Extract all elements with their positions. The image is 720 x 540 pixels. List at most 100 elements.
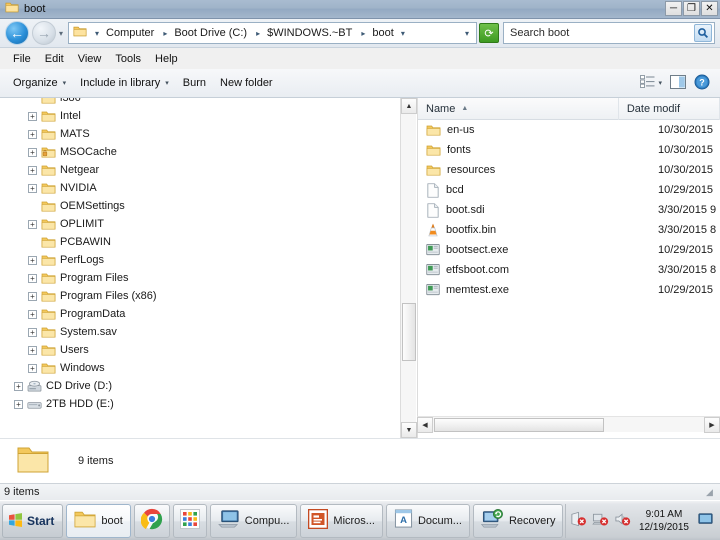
breadcrumb-sep[interactable]: ▸ bbox=[256, 29, 260, 38]
expand-toggle-icon[interactable]: + bbox=[28, 165, 37, 175]
breadcrumb-2[interactable]: ▸ $WINDOWS.~BT bbox=[250, 26, 355, 40]
search-input[interactable]: Search boot bbox=[506, 27, 694, 39]
menu-file[interactable]: File bbox=[6, 51, 38, 67]
taskbar-item-microsoft-powerpoint[interactable]: Micros... bbox=[300, 503, 383, 538]
column-header-date-modified[interactable]: Date modif bbox=[619, 98, 720, 120]
table-row[interactable]: en-us 10/30/2015 bbox=[418, 120, 720, 140]
menu-help[interactable]: Help bbox=[148, 51, 185, 67]
expand-toggle-icon[interactable]: + bbox=[28, 291, 37, 301]
forward-button[interactable]: → bbox=[32, 21, 56, 45]
scroll-down-button[interactable]: ▼ bbox=[401, 422, 417, 438]
tree-item-users[interactable]: + Users bbox=[0, 341, 396, 359]
menu-view[interactable]: View bbox=[71, 51, 109, 67]
scrollbar-thumb[interactable] bbox=[402, 303, 416, 361]
expand-toggle-icon[interactable]: + bbox=[14, 399, 23, 409]
column-header-name[interactable]: Name ▲ bbox=[418, 98, 619, 120]
table-row[interactable]: bootfix.bin 3/30/2015 8 bbox=[418, 220, 720, 240]
scroll-right-button[interactable]: ▶ bbox=[704, 417, 720, 433]
search-box[interactable]: Search boot bbox=[503, 22, 715, 44]
expand-toggle-icon[interactable]: + bbox=[28, 183, 37, 193]
preview-pane-button[interactable] bbox=[666, 73, 690, 94]
expand-toggle-icon[interactable]: + bbox=[28, 111, 37, 121]
breadcrumb-label[interactable]: boot bbox=[370, 26, 395, 40]
expand-toggle-icon[interactable]: + bbox=[28, 255, 37, 265]
table-row[interactable]: memtest.exe 10/29/2015 bbox=[418, 280, 720, 300]
address-history-dropdown-icon[interactable]: ▾ bbox=[460, 29, 474, 38]
table-row[interactable]: resources 10/30/2015 bbox=[418, 160, 720, 180]
tree-item-2tb-hdd-e[interactable]: +2TB HDD (E:) bbox=[0, 395, 396, 413]
menu-tools[interactable]: Tools bbox=[108, 51, 148, 67]
expand-toggle-icon[interactable]: + bbox=[28, 327, 37, 337]
clock[interactable]: 9:01 AM 12/19/2015 bbox=[639, 508, 689, 534]
breadcrumb-sep[interactable]: ▸ bbox=[163, 29, 167, 38]
new-folder-button[interactable]: New folder bbox=[213, 74, 280, 92]
expand-toggle-icon[interactable]: + bbox=[28, 147, 37, 157]
tree-item-netgear[interactable]: + Netgear bbox=[0, 161, 396, 179]
expand-toggle-icon[interactable]: + bbox=[28, 345, 37, 355]
navigation-tree-pane[interactable]: i386 + Intel + MATS + MSOCache + Netgear + NVIDIA O… bbox=[0, 98, 400, 438]
tree-item-cd-drive-d[interactable]: + CD Drive (D:) bbox=[0, 377, 396, 395]
refresh-button[interactable]: ⟳ bbox=[479, 23, 499, 43]
tree-item-windows[interactable]: + Windows bbox=[0, 359, 396, 377]
minimize-button[interactable]: ─ bbox=[665, 1, 682, 16]
organize-button[interactable]: Organize ▾ bbox=[6, 74, 73, 92]
network-error-icon[interactable] bbox=[570, 511, 587, 530]
resize-grip[interactable]: ◢ bbox=[706, 487, 718, 499]
tree-item-program-files-x86[interactable]: + Program Files (x86) bbox=[0, 287, 396, 305]
file-list-pane[interactable]: Name ▲ Date modif en-us 10/30/2015 fonts 10… bbox=[417, 98, 720, 438]
breadcrumb-3[interactable]: ▸ boot ▾ bbox=[355, 26, 410, 40]
taskbar-item-boot[interactable]: boot bbox=[66, 503, 131, 538]
taskbar-item-recovery[interactable]: Recovery bbox=[472, 503, 564, 538]
network-disconnected-icon[interactable] bbox=[592, 511, 609, 530]
breadcrumb-label[interactable]: Computer bbox=[104, 26, 156, 40]
taskbar-item-computer[interactable]: Compu... bbox=[209, 503, 298, 538]
taskbar-item-chrome[interactable] bbox=[133, 503, 170, 538]
tree-item-msocache[interactable]: + MSOCache bbox=[0, 143, 396, 161]
tree-item-oplimit[interactable]: + OPLIMIT bbox=[0, 215, 396, 233]
expand-toggle-icon[interactable]: + bbox=[28, 219, 37, 229]
expand-toggle-icon[interactable]: + bbox=[28, 273, 37, 283]
scrollbar-thumb[interactable] bbox=[434, 418, 604, 432]
search-icon[interactable] bbox=[694, 24, 712, 42]
tree-item-program-files[interactable]: + Program Files bbox=[0, 269, 396, 287]
expand-toggle-icon[interactable]: + bbox=[28, 363, 37, 373]
expand-toggle-icon[interactable]: + bbox=[14, 381, 23, 391]
tree-item-intel[interactable]: + Intel bbox=[0, 107, 396, 125]
table-row[interactable]: bcd 10/29/2015 bbox=[418, 180, 720, 200]
change-view-button[interactable]: ▾ bbox=[636, 73, 666, 93]
table-row[interactable]: etfsboot.com 3/30/2015 8 bbox=[418, 260, 720, 280]
expand-toggle-icon[interactable]: + bbox=[28, 129, 37, 139]
tree-item-system-sav[interactable]: + System.sav bbox=[0, 323, 396, 341]
taskbar-item-document[interactable]: A Docum... bbox=[385, 503, 470, 538]
tree-vertical-scrollbar[interactable]: ▲ ▼ bbox=[400, 98, 417, 438]
burn-button[interactable]: Burn bbox=[176, 74, 213, 92]
restore-button[interactable]: ❐ bbox=[683, 1, 700, 16]
menu-edit[interactable]: Edit bbox=[38, 51, 71, 67]
breadcrumb-sep[interactable]: ▸ bbox=[361, 29, 365, 38]
breadcrumb-sep[interactable]: ▾ bbox=[95, 29, 99, 38]
file-list-horizontal-scrollbar[interactable]: ◀ ▶ bbox=[417, 416, 720, 433]
taskbar-item-app-grid[interactable] bbox=[172, 503, 207, 538]
breadcrumb-1[interactable]: ▸ Boot Drive (C:) bbox=[157, 26, 250, 40]
table-row[interactable]: bootsect.exe 10/29/2015 bbox=[418, 240, 720, 260]
start-button[interactable]: Start bbox=[2, 503, 64, 538]
table-row[interactable]: boot.sdi 3/30/2015 9 bbox=[418, 200, 720, 220]
breadcrumb-label[interactable]: Boot Drive (C:) bbox=[172, 26, 249, 40]
tree-item-programdata[interactable]: + ProgramData bbox=[0, 305, 396, 323]
table-row[interactable]: fonts 10/30/2015 bbox=[418, 140, 720, 160]
help-button[interactable]: ? bbox=[690, 72, 714, 95]
recent-pages-icon[interactable]: ▾ bbox=[59, 29, 63, 38]
tree-item-perflogs[interactable]: + PerfLogs bbox=[0, 251, 396, 269]
tree-item-oemsettings[interactable]: OEMSettings bbox=[0, 197, 396, 215]
tree-item-pcbawin[interactable]: PCBAWIN bbox=[0, 233, 396, 251]
tree-item-nvidia[interactable]: + NVIDIA bbox=[0, 179, 396, 197]
tree-item-mats[interactable]: + MATS bbox=[0, 125, 396, 143]
volume-muted-icon[interactable] bbox=[614, 511, 631, 530]
breadcrumb-label[interactable]: $WINDOWS.~BT bbox=[265, 26, 354, 40]
scroll-left-button[interactable]: ◀ bbox=[417, 417, 433, 433]
tree-item-i386[interactable]: i386 bbox=[0, 98, 396, 107]
breadcrumb-dropdown-icon[interactable]: ▾ bbox=[401, 29, 405, 38]
close-button[interactable]: ✕ bbox=[701, 1, 718, 16]
address-bar[interactable]: ▾ Computer ▸ Boot Drive (C:) ▸ $WINDOWS.… bbox=[68, 22, 477, 44]
show-desktop-button[interactable] bbox=[697, 511, 714, 531]
